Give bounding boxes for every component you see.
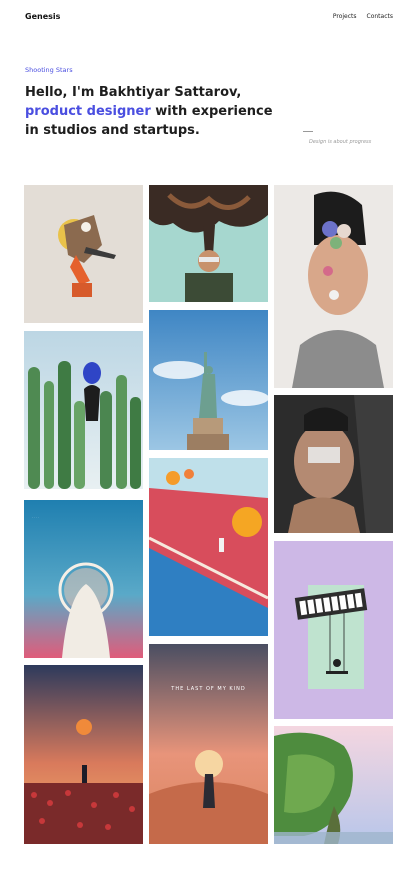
flowers-face-portrait-artwork[interactable] [274, 185, 393, 388]
veiled-figure-artwork[interactable]: · · · · [24, 500, 143, 658]
floating-island-artwork[interactable] [274, 726, 393, 844]
piano-swing-artwork[interactable] [274, 541, 393, 719]
cracked-face-portrait-artwork[interactable] [274, 395, 393, 533]
statue-of-liberty-artwork[interactable] [149, 310, 268, 450]
desert-woman-caption: THE LAST OF MY KIND [170, 686, 245, 692]
desert-woman-artwork[interactable]: THE LAST OF MY KIND [149, 644, 268, 844]
red-track-spheres-artwork[interactable] [149, 458, 268, 636]
portfolio-gallery: · · · · THE LAST OF MY KIND [0, 0, 416, 869]
svg-text:· · · ·: · · · · [32, 515, 39, 519]
sunset-field-artwork[interactable] [24, 665, 143, 844]
collage-figure-artwork[interactable] [24, 185, 143, 323]
floating-hair-portrait-artwork[interactable] [149, 185, 268, 302]
cactus-balloon-artwork[interactable] [24, 331, 143, 489]
